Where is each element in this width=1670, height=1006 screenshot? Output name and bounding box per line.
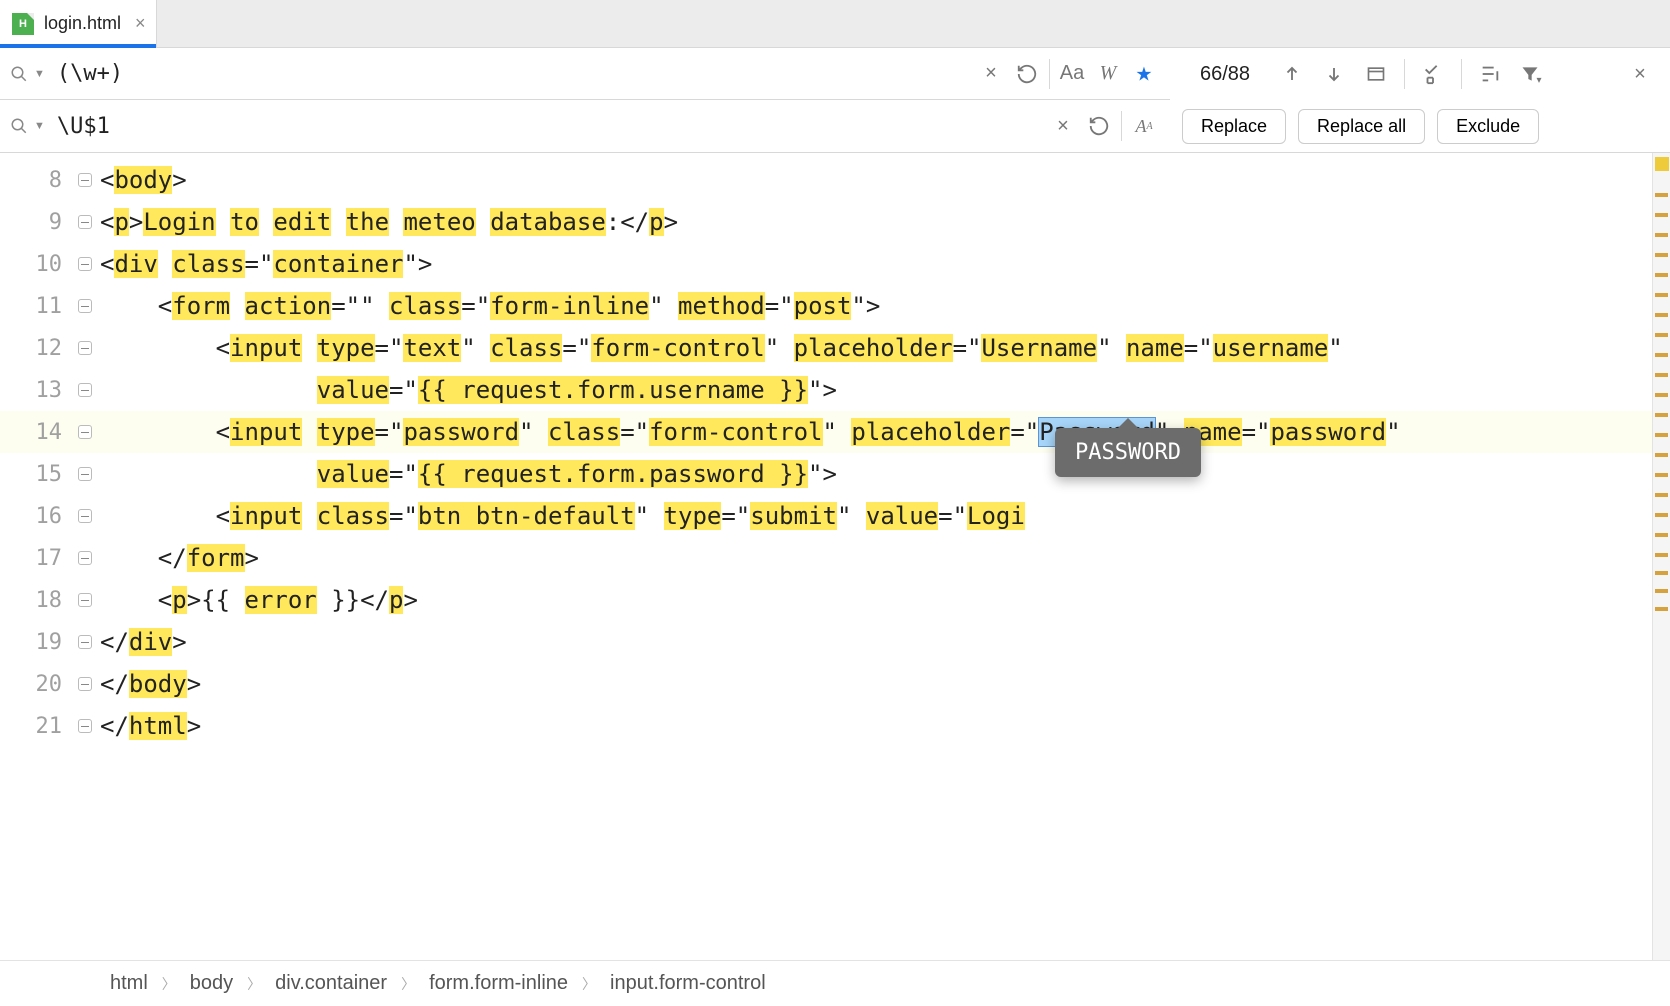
breadcrumb[interactable]: html 〉 body 〉 div.container 〉 form.form-…	[0, 960, 1670, 1006]
tab-label: login.html	[44, 13, 121, 34]
chevron-right-icon: 〉	[247, 974, 261, 994]
match-count: 66/88	[1182, 63, 1268, 86]
find-options-icon[interactable]	[1472, 56, 1508, 92]
editor[interactable]: 89101112131415161718192021 <body><p>Logi…	[0, 153, 1670, 960]
code-line[interactable]: <form action="" class="form-inline" meth…	[100, 285, 1652, 327]
exclude-button[interactable]: Exclude	[1437, 109, 1539, 144]
code-line[interactable]: <p>Login to edit the meteo database:</p>	[100, 201, 1652, 243]
regex-icon[interactable]: ٭	[1126, 56, 1162, 92]
crumb-form[interactable]: form.form-inline	[429, 972, 568, 995]
replace-button[interactable]: Replace	[1182, 109, 1286, 144]
code-line[interactable]: </div>	[100, 621, 1652, 663]
replace-history-icon[interactable]	[1081, 108, 1117, 144]
words-icon[interactable]: W	[1090, 56, 1126, 92]
code-line[interactable]: <input type="password" class="form-contr…	[100, 411, 1652, 453]
clear-search-icon[interactable]: ×	[973, 56, 1009, 92]
filter-icon[interactable]: ▾	[1514, 56, 1550, 92]
replace-row: ▼ × AA	[0, 100, 1170, 152]
chevron-right-icon: 〉	[582, 974, 596, 994]
match-case-icon[interactable]: Aa	[1054, 56, 1090, 92]
find-row: ▼ × Aa W ٭	[0, 48, 1170, 100]
file-tab[interactable]: login.html ×	[0, 0, 157, 47]
search-icon[interactable]	[8, 115, 30, 137]
code-line[interactable]: value="{{ request.form.username }}">	[100, 369, 1652, 411]
gutter: 89101112131415161718192021	[0, 153, 100, 960]
code-line[interactable]: <p>{{ error }}</p>	[100, 579, 1652, 621]
replace-preview-tooltip: PASSWORD	[1055, 428, 1201, 477]
chevron-right-icon: 〉	[162, 974, 176, 994]
tab-bar: login.html ×	[0, 0, 1670, 48]
crumb-html[interactable]: html	[110, 972, 148, 995]
close-panel-icon[interactable]: ×	[1622, 56, 1658, 92]
code-line[interactable]: <input class="btn btn-default" type="sub…	[100, 495, 1652, 537]
search-input[interactable]	[57, 61, 973, 86]
code-line[interactable]: <input type="text" class="form-control" …	[100, 327, 1652, 369]
search-icon[interactable]	[8, 63, 30, 85]
code-area[interactable]: <body><p>Login to edit the meteo databas…	[100, 153, 1652, 960]
html-file-icon	[12, 13, 34, 35]
prev-match-icon[interactable]	[1274, 56, 1310, 92]
search-history-icon[interactable]	[1009, 56, 1045, 92]
replace-all-button[interactable]: Replace all	[1298, 109, 1425, 144]
history-dropdown-icon[interactable]: ▼	[34, 120, 45, 132]
find-replace-bar: ▼ × Aa W ٭ ▼ ×	[0, 48, 1670, 153]
replace-input[interactable]	[57, 114, 1045, 139]
code-line[interactable]: <div class="container">	[100, 243, 1652, 285]
history-dropdown-icon[interactable]: ▼	[34, 68, 45, 80]
clear-replace-icon[interactable]: ×	[1045, 108, 1081, 144]
preserve-case-icon[interactable]: AA	[1126, 108, 1162, 144]
code-line[interactable]: <body>	[100, 159, 1652, 201]
crumb-body[interactable]: body	[190, 972, 233, 995]
crumb-input[interactable]: input.form-control	[610, 972, 766, 995]
next-match-icon[interactable]	[1316, 56, 1352, 92]
marker-strip[interactable]	[1652, 153, 1670, 960]
new-window-icon[interactable]	[1358, 56, 1394, 92]
select-all-icon[interactable]	[1415, 56, 1451, 92]
code-line[interactable]: </body>	[100, 663, 1652, 705]
code-line[interactable]: </form>	[100, 537, 1652, 579]
close-icon[interactable]: ×	[135, 13, 146, 34]
crumb-div[interactable]: div.container	[275, 972, 387, 995]
code-line[interactable]: </html>	[100, 705, 1652, 747]
code-line[interactable]: value="{{ request.form.password }}">	[100, 453, 1652, 495]
chevron-right-icon: 〉	[401, 974, 415, 994]
